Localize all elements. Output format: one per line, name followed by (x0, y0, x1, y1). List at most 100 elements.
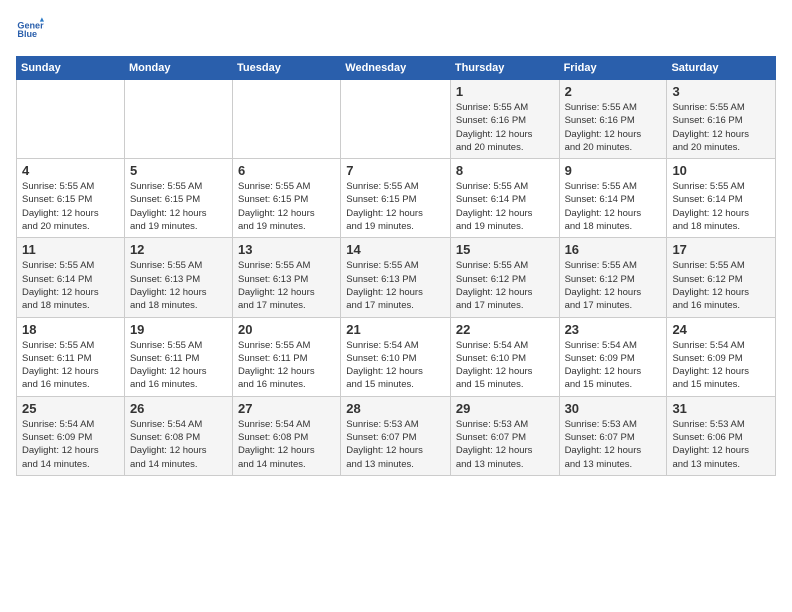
calendar-cell: 6 Sunrise: 5:55 AM Sunset: 6:15 PM Daylig… (233, 159, 341, 238)
calendar-cell: 10 Sunrise: 5:55 AM Sunset: 6:14 PM Dayli… (667, 159, 776, 238)
day-number: 25 (22, 401, 119, 416)
calendar-cell: 21 Sunrise: 5:54 AM Sunset: 6:10 PM Dayli… (341, 317, 451, 396)
day-number: 19 (130, 322, 227, 337)
calendar-cell: 17 Sunrise: 5:55 AM Sunset: 6:12 PM Dayli… (667, 238, 776, 317)
day-number: 1 (456, 84, 554, 99)
day-info: Sunrise: 5:55 AM Sunset: 6:15 PM Dayligh… (346, 180, 445, 233)
day-info: Sunrise: 5:53 AM Sunset: 6:07 PM Dayligh… (346, 418, 445, 471)
calendar-cell: 14Sunrise: 5:55 AM Sunset: 6:13 PM Dayli… (341, 238, 451, 317)
day-info: Sunrise: 5:54 AM Sunset: 6:08 PM Dayligh… (238, 418, 335, 471)
day-number: 27 (238, 401, 335, 416)
day-info: Sunrise: 5:54 AM Sunset: 6:09 PM Dayligh… (672, 339, 770, 392)
calendar-cell (341, 80, 451, 159)
day-number: 7 (346, 163, 445, 178)
day-info: Sunrise: 5:54 AM Sunset: 6:10 PM Dayligh… (346, 339, 445, 392)
calendar-cell: 2 Sunrise: 5:55 AM Sunset: 6:16 PM Daylig… (559, 80, 667, 159)
day-info: Sunrise: 5:54 AM Sunset: 6:10 PM Dayligh… (456, 339, 554, 392)
day-info: Sunrise: 5:55 AM Sunset: 6:15 PM Dayligh… (130, 180, 227, 233)
calendar-cell: 28 Sunrise: 5:53 AM Sunset: 6:07 PM Dayli… (341, 396, 451, 475)
calendar-cell: 31 Sunrise: 5:53 AM Sunset: 6:06 PM Dayli… (667, 396, 776, 475)
calendar-cell: 26Sunrise: 5:54 AM Sunset: 6:08 PM Dayli… (124, 396, 232, 475)
calendar: SundayMondayTuesdayWednesdayThursdayFrid… (16, 56, 776, 476)
calendar-cell: 24 Sunrise: 5:54 AM Sunset: 6:09 PM Dayli… (667, 317, 776, 396)
day-info: Sunrise: 5:54 AM Sunset: 6:09 PM Dayligh… (22, 418, 119, 471)
day-info: Sunrise: 5:55 AM Sunset: 6:13 PM Dayligh… (130, 259, 227, 312)
calendar-cell: 8 Sunrise: 5:55 AM Sunset: 6:14 PM Daylig… (450, 159, 559, 238)
day-info: Sunrise: 5:54 AM Sunset: 6:08 PM Dayligh… (130, 418, 227, 471)
day-number: 2 (565, 84, 662, 99)
calendar-cell: 15 Sunrise: 5:55 AM Sunset: 6:12 PM Dayli… (450, 238, 559, 317)
day-info: Sunrise: 5:55 AM Sunset: 6:11 PM Dayligh… (130, 339, 227, 392)
day-number: 15 (456, 242, 554, 257)
calendar-cell: 1 Sunrise: 5:55 AM Sunset: 6:16 PM Daylig… (450, 80, 559, 159)
day-info: Sunrise: 5:53 AM Sunset: 6:06 PM Dayligh… (672, 418, 770, 471)
calendar-cell: 9Sunrise: 5:55 AM Sunset: 6:14 PM Daylig… (559, 159, 667, 238)
day-info: Sunrise: 5:55 AM Sunset: 6:12 PM Dayligh… (456, 259, 554, 312)
day-info: Sunrise: 5:54 AM Sunset: 6:09 PM Dayligh… (565, 339, 662, 392)
calendar-cell (233, 80, 341, 159)
day-info: Sunrise: 5:55 AM Sunset: 6:15 PM Dayligh… (22, 180, 119, 233)
calendar-cell: 25 Sunrise: 5:54 AM Sunset: 6:09 PM Dayli… (17, 396, 125, 475)
day-number: 11 (22, 242, 119, 257)
day-number: 20 (238, 322, 335, 337)
calendar-cell: 7 Sunrise: 5:55 AM Sunset: 6:15 PM Daylig… (341, 159, 451, 238)
day-info: Sunrise: 5:55 AM Sunset: 6:11 PM Dayligh… (22, 339, 119, 392)
calendar-cell: 12 Sunrise: 5:55 AM Sunset: 6:13 PM Dayli… (124, 238, 232, 317)
calendar-header-saturday: Saturday (667, 57, 776, 80)
day-number: 6 (238, 163, 335, 178)
calendar-cell: 20 Sunrise: 5:55 AM Sunset: 6:11 PM Dayli… (233, 317, 341, 396)
calendar-header-sunday: Sunday (17, 57, 125, 80)
day-info: Sunrise: 5:55 AM Sunset: 6:16 PM Dayligh… (672, 101, 770, 154)
day-number: 10 (672, 163, 770, 178)
day-number: 9 (565, 163, 662, 178)
calendar-cell: 13 Sunrise: 5:55 AM Sunset: 6:13 PM Dayli… (233, 238, 341, 317)
calendar-cell: 27 Sunrise: 5:54 AM Sunset: 6:08 PM Dayli… (233, 396, 341, 475)
day-number: 21 (346, 322, 445, 337)
day-info: Sunrise: 5:53 AM Sunset: 6:07 PM Dayligh… (565, 418, 662, 471)
day-number: 17 (672, 242, 770, 257)
day-info: Sunrise: 5:55 AM Sunset: 6:12 PM Dayligh… (672, 259, 770, 312)
calendar-cell: 11 Sunrise: 5:55 AM Sunset: 6:14 PM Dayli… (17, 238, 125, 317)
day-number: 29 (456, 401, 554, 416)
calendar-cell: 16Sunrise: 5:55 AM Sunset: 6:12 PM Dayli… (559, 238, 667, 317)
day-info: Sunrise: 5:55 AM Sunset: 6:16 PM Dayligh… (456, 101, 554, 154)
day-number: 12 (130, 242, 227, 257)
day-info: Sunrise: 5:55 AM Sunset: 6:16 PM Dayligh… (565, 101, 662, 154)
calendar-cell: 5 Sunrise: 5:55 AM Sunset: 6:15 PM Daylig… (124, 159, 232, 238)
calendar-cell: 29Sunrise: 5:53 AM Sunset: 6:07 PM Dayli… (450, 396, 559, 475)
calendar-cell: 3 Sunrise: 5:55 AM Sunset: 6:16 PM Daylig… (667, 80, 776, 159)
day-number: 22 (456, 322, 554, 337)
logo: General Blue (16, 16, 48, 44)
day-number: 14 (346, 242, 445, 257)
calendar-header-tuesday: Tuesday (233, 57, 341, 80)
calendar-cell: 18 Sunrise: 5:55 AM Sunset: 6:11 PM Dayli… (17, 317, 125, 396)
day-info: Sunrise: 5:55 AM Sunset: 6:15 PM Dayligh… (238, 180, 335, 233)
calendar-cell: 19 Sunrise: 5:55 AM Sunset: 6:11 PM Dayli… (124, 317, 232, 396)
calendar-header-wednesday: Wednesday (341, 57, 451, 80)
calendar-cell: 4Sunrise: 5:55 AM Sunset: 6:15 PM Daylig… (17, 159, 125, 238)
day-info: Sunrise: 5:55 AM Sunset: 6:14 PM Dayligh… (456, 180, 554, 233)
calendar-header-thursday: Thursday (450, 57, 559, 80)
calendar-cell (17, 80, 125, 159)
calendar-cell: 30Sunrise: 5:53 AM Sunset: 6:07 PM Dayli… (559, 396, 667, 475)
calendar-cell (124, 80, 232, 159)
day-number: 31 (672, 401, 770, 416)
calendar-cell: 23 Sunrise: 5:54 AM Sunset: 6:09 PM Dayli… (559, 317, 667, 396)
day-info: Sunrise: 5:55 AM Sunset: 6:14 PM Dayligh… (22, 259, 119, 312)
day-number: 28 (346, 401, 445, 416)
day-number: 8 (456, 163, 554, 178)
day-number: 13 (238, 242, 335, 257)
day-number: 18 (22, 322, 119, 337)
logo-icon: General Blue (16, 16, 44, 44)
day-number: 5 (130, 163, 227, 178)
day-info: Sunrise: 5:55 AM Sunset: 6:13 PM Dayligh… (238, 259, 335, 312)
day-number: 3 (672, 84, 770, 99)
day-info: Sunrise: 5:55 AM Sunset: 6:11 PM Dayligh… (238, 339, 335, 392)
day-number: 24 (672, 322, 770, 337)
day-number: 23 (565, 322, 662, 337)
svg-text:Blue: Blue (17, 29, 37, 39)
calendar-cell: 22 Sunrise: 5:54 AM Sunset: 6:10 PM Dayli… (450, 317, 559, 396)
day-info: Sunrise: 5:55 AM Sunset: 6:14 PM Dayligh… (672, 180, 770, 233)
day-number: 16 (565, 242, 662, 257)
calendar-header-friday: Friday (559, 57, 667, 80)
